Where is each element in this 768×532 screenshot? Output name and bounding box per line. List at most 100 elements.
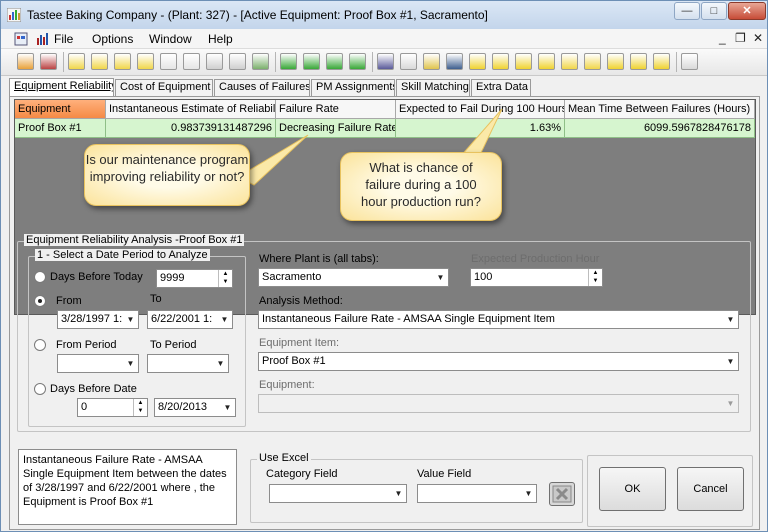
maximize-button[interactable]: □ [701, 2, 727, 20]
menu-file[interactable]: File [54, 32, 73, 46]
tab-cost-of-equipment[interactable]: Cost of Equipment [115, 79, 213, 96]
dollar-doc-icon[interactable] [561, 53, 578, 70]
method-select[interactable]: Instantaneous Failure Rate - AMSAA Singl… [258, 310, 739, 329]
tab-pm-assignments[interactable]: PM Assignments [311, 79, 395, 96]
bar-yellow-icon[interactable] [607, 53, 624, 70]
ok-button[interactable]: OK [599, 467, 666, 511]
wrench-icon[interactable] [206, 53, 223, 70]
toolbar-separator [275, 52, 276, 72]
chevron-down-icon[interactable]: ▼ [521, 485, 536, 502]
chart-icon[interactable] [40, 53, 57, 70]
green-doc-icon[interactable] [349, 53, 366, 70]
production-hour-input[interactable]: 100 ▲ ▼ [470, 268, 603, 287]
title-bar[interactable]: Tastee Baking Company - (Plant: 327) - [… [1, 1, 767, 29]
chevron-down-icon[interactable]: ▼ [723, 395, 738, 412]
from-period-select[interactable]: ▼ [57, 354, 139, 373]
col-reliability[interactable]: Instantaneous Estimate of Reliabilit [106, 100, 276, 119]
bar-chart-icon[interactable] [377, 53, 394, 70]
callout-failure-chance-text: What is chance of failure during a 100 h… [361, 160, 481, 209]
days-before-today-input[interactable]: 9999 ▲ ▼ [156, 269, 233, 288]
col-failure-rate[interactable]: Failure Rate [276, 100, 396, 119]
item-select[interactable]: Proof Box #1 ▼ [258, 352, 739, 371]
days-before-date-input[interactable]: 0 ▲ ▼ [77, 398, 148, 417]
grid-header-row: Equipment Instantaneous Estimate of Reli… [15, 100, 755, 119]
chevron-down-icon[interactable]: ▼ [217, 311, 232, 328]
photo-icon[interactable] [252, 53, 269, 70]
plant-select[interactable]: Sacramento ▼ [258, 268, 449, 287]
dollar-doc-icon[interactable] [584, 53, 601, 70]
chevron-down-icon[interactable]: ▼ [213, 355, 228, 372]
arrow-doc-icon[interactable] [183, 53, 200, 70]
chevron-down-icon[interactable]: ▼ [723, 353, 738, 370]
col-mtbf[interactable]: Mean Time Between Failures (Hours) [565, 100, 755, 119]
close-button[interactable]: ✕ [728, 2, 766, 20]
numbers-icon[interactable] [400, 53, 417, 70]
chevron-down-icon[interactable]: ▼ [723, 311, 738, 328]
bar-yellow-icon[interactable] [630, 53, 647, 70]
bar-yellow-icon[interactable] [653, 53, 670, 70]
chevron-down-icon[interactable]: ▼ [123, 355, 138, 372]
from-period-label: From Period [56, 339, 117, 351]
mdi-close-button[interactable]: ✕ [753, 31, 763, 45]
spin-arrows-icon[interactable]: ▲ ▼ [218, 270, 232, 287]
from-date-picker[interactable]: 3/28/1997 1: ▼ [57, 310, 139, 329]
tab-extra-data[interactable]: Extra Data [471, 79, 531, 96]
to-period-select[interactable]: ▼ [147, 354, 229, 373]
category-field-select[interactable]: ▼ [269, 484, 407, 503]
green-chart-icon[interactable] [326, 53, 343, 70]
dollar-doc-icon[interactable] [114, 53, 131, 70]
dollar-doc-icon[interactable] [91, 53, 108, 70]
cell-equipment[interactable]: Proof Box #1 [15, 119, 106, 138]
radio-from-to[interactable] [34, 295, 46, 307]
days-before-date-picker[interactable]: 8/20/2013 ▼ [154, 398, 236, 417]
mdi-minimize-button[interactable]: _ [719, 31, 726, 45]
tab-skill-matching[interactable]: Skill Matching [396, 79, 470, 96]
value-field-select[interactable]: ▼ [417, 484, 537, 503]
green-doc-icon[interactable] [303, 53, 320, 70]
gear-icon[interactable] [229, 53, 246, 70]
spin-arrows-icon[interactable]: ▲ ▼ [588, 269, 602, 286]
chevron-down-icon[interactable]: ▼ [433, 269, 448, 286]
green-doc-icon[interactable] [280, 53, 297, 70]
production-hour-value: 100 [474, 271, 493, 283]
chevron-down-icon[interactable]: ▼ [220, 399, 235, 416]
to-date-picker[interactable]: 6/22/2001 1: ▼ [147, 310, 233, 329]
menu-window[interactable]: Window [149, 32, 192, 46]
mdi-restore-button[interactable]: ❐ [735, 31, 746, 45]
table-row[interactable]: Proof Box #1 0.983739131487296 Decreasin… [15, 119, 755, 138]
spark-icon[interactable] [515, 53, 532, 70]
chart-menu-icon[interactable] [36, 32, 50, 46]
chevron-down-icon[interactable]: ▼ [123, 311, 138, 328]
dollar-doc-icon[interactable] [68, 53, 85, 70]
minimize-button[interactable]: — [674, 2, 700, 20]
spark-icon[interactable] [492, 53, 509, 70]
radio-days-before-today[interactable] [34, 271, 46, 283]
toolbar-separator [676, 52, 677, 72]
document-icon[interactable] [14, 32, 28, 46]
dialog-buttons-group: OK Cancel [587, 455, 753, 527]
radio-period[interactable] [34, 339, 46, 351]
days-before-date-label: Days Before Date [50, 383, 137, 395]
menu-help[interactable]: Help [208, 32, 233, 46]
line-chart-icon[interactable] [446, 53, 463, 70]
pencil-icon[interactable] [17, 53, 34, 70]
cancel-button[interactable]: Cancel [677, 467, 744, 511]
radio-days-before-date[interactable] [34, 383, 46, 395]
menu-options[interactable]: Options [92, 32, 133, 46]
db-icon[interactable] [423, 53, 440, 70]
spark-icon[interactable] [469, 53, 486, 70]
equipment-select[interactable]: ▼ [258, 394, 739, 413]
summary-text[interactable]: Instantaneous Failure Rate - AMSAA Singl… [18, 449, 237, 525]
dollar-doc-icon[interactable] [137, 53, 154, 70]
tab-causes-of-failures[interactable]: Causes of Failures [214, 79, 310, 96]
cell-mtbf[interactable]: 6099.5967828476178 [565, 119, 755, 138]
triangle-icon[interactable] [538, 53, 555, 70]
doc-icon[interactable] [160, 53, 177, 70]
key-icon[interactable] [681, 53, 698, 70]
excel-export-button[interactable] [549, 482, 575, 506]
col-equipment[interactable]: Equipment [15, 100, 106, 119]
chevron-down-icon[interactable]: ▼ [391, 485, 406, 502]
spin-arrows-icon[interactable]: ▲ ▼ [133, 399, 147, 416]
tab-equipment-reliability[interactable]: Equipment Reliability [9, 78, 114, 97]
plant-value: Sacramento [262, 271, 322, 283]
